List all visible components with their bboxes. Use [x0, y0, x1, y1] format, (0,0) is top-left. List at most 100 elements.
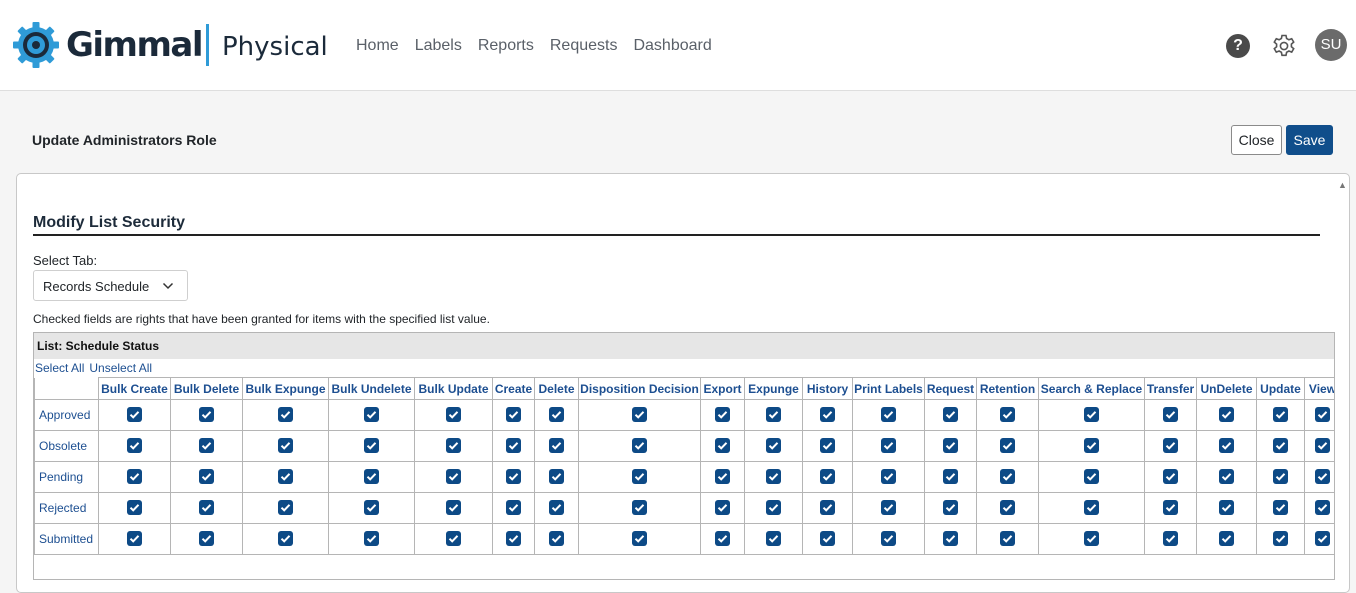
checkbox-checked-icon[interactable] — [881, 500, 896, 516]
checkbox-checked-icon[interactable] — [1000, 407, 1015, 423]
checkbox-checked-icon[interactable] — [820, 438, 835, 454]
checkbox-checked-icon[interactable] — [766, 531, 781, 547]
checkbox-checked-icon[interactable] — [715, 469, 730, 485]
checkbox-checked-icon[interactable] — [943, 438, 958, 454]
checkbox-checked-icon[interactable] — [199, 531, 214, 547]
checkbox-checked-icon[interactable] — [199, 469, 214, 485]
checkbox-checked-icon[interactable] — [1163, 407, 1178, 423]
checkbox-checked-icon[interactable] — [820, 500, 835, 516]
checkbox-checked-icon[interactable] — [506, 438, 521, 454]
checkbox-checked-icon[interactable] — [278, 469, 293, 485]
gear-icon[interactable] — [1271, 33, 1297, 59]
checkbox-checked-icon[interactable] — [446, 407, 461, 423]
checkbox-checked-icon[interactable] — [1084, 469, 1099, 485]
checkbox-checked-icon[interactable] — [881, 469, 896, 485]
checkbox-checked-icon[interactable] — [127, 531, 142, 547]
checkbox-checked-icon[interactable] — [1315, 407, 1330, 423]
checkbox-checked-icon[interactable] — [1219, 500, 1234, 516]
checkbox-checked-icon[interactable] — [820, 469, 835, 485]
checkbox-checked-icon[interactable] — [1084, 438, 1099, 454]
checkbox-checked-icon[interactable] — [127, 438, 142, 454]
checkbox-checked-icon[interactable] — [715, 438, 730, 454]
nav-reports[interactable]: Reports — [478, 37, 534, 55]
checkbox-checked-icon[interactable] — [943, 531, 958, 547]
checkbox-checked-icon[interactable] — [881, 531, 896, 547]
checkbox-checked-icon[interactable] — [446, 438, 461, 454]
checkbox-checked-icon[interactable] — [766, 469, 781, 485]
checkbox-checked-icon[interactable] — [549, 438, 564, 454]
checkbox-checked-icon[interactable] — [1163, 469, 1178, 485]
checkbox-checked-icon[interactable] — [1273, 500, 1288, 516]
checkbox-checked-icon[interactable] — [127, 469, 142, 485]
checkbox-checked-icon[interactable] — [506, 500, 521, 516]
checkbox-checked-icon[interactable] — [1000, 531, 1015, 547]
checkbox-checked-icon[interactable] — [1084, 531, 1099, 547]
unselect-all-link[interactable]: Unselect All — [89, 361, 152, 375]
checkbox-checked-icon[interactable] — [632, 438, 647, 454]
checkbox-checked-icon[interactable] — [446, 531, 461, 547]
nav-labels[interactable]: Labels — [415, 37, 462, 55]
checkbox-checked-icon[interactable] — [127, 407, 142, 423]
checkbox-checked-icon[interactable] — [632, 407, 647, 423]
checkbox-checked-icon[interactable] — [549, 469, 564, 485]
save-button[interactable]: Save — [1286, 125, 1333, 155]
help-icon[interactable]: ? — [1226, 34, 1250, 58]
checkbox-checked-icon[interactable] — [278, 531, 293, 547]
checkbox-checked-icon[interactable] — [715, 407, 730, 423]
nav-home[interactable]: Home — [356, 37, 399, 55]
checkbox-checked-icon[interactable] — [1219, 469, 1234, 485]
select-tab-dropdown[interactable]: Records Schedule — [33, 270, 188, 301]
checkbox-checked-icon[interactable] — [1163, 531, 1178, 547]
checkbox-checked-icon[interactable] — [943, 500, 958, 516]
checkbox-checked-icon[interactable] — [1000, 469, 1015, 485]
checkbox-checked-icon[interactable] — [1219, 438, 1234, 454]
gear-logo-icon[interactable] — [11, 20, 61, 70]
checkbox-checked-icon[interactable] — [127, 500, 142, 516]
checkbox-checked-icon[interactable] — [199, 500, 214, 516]
checkbox-checked-icon[interactable] — [943, 469, 958, 485]
checkbox-checked-icon[interactable] — [364, 500, 379, 516]
checkbox-checked-icon[interactable] — [943, 407, 958, 423]
nav-dashboard[interactable]: Dashboard — [633, 37, 711, 55]
checkbox-checked-icon[interactable] — [766, 438, 781, 454]
checkbox-checked-icon[interactable] — [549, 407, 564, 423]
checkbox-checked-icon[interactable] — [1315, 500, 1330, 516]
checkbox-checked-icon[interactable] — [1273, 469, 1288, 485]
checkbox-checked-icon[interactable] — [1000, 438, 1015, 454]
checkbox-checked-icon[interactable] — [1163, 500, 1178, 516]
checkbox-checked-icon[interactable] — [1315, 469, 1330, 485]
checkbox-checked-icon[interactable] — [446, 469, 461, 485]
checkbox-checked-icon[interactable] — [1219, 407, 1234, 423]
checkbox-checked-icon[interactable] — [881, 407, 896, 423]
select-all-link[interactable]: Select All — [35, 361, 84, 375]
checkbox-checked-icon[interactable] — [506, 407, 521, 423]
checkbox-checked-icon[interactable] — [1273, 438, 1288, 454]
scroll-up-icon[interactable]: ▲ — [1338, 180, 1347, 190]
checkbox-checked-icon[interactable] — [1273, 531, 1288, 547]
checkbox-checked-icon[interactable] — [199, 407, 214, 423]
checkbox-checked-icon[interactable] — [199, 438, 214, 454]
checkbox-checked-icon[interactable] — [1273, 407, 1288, 423]
checkbox-checked-icon[interactable] — [820, 407, 835, 423]
checkbox-checked-icon[interactable] — [549, 500, 564, 516]
checkbox-checked-icon[interactable] — [715, 500, 730, 516]
checkbox-checked-icon[interactable] — [364, 438, 379, 454]
nav-requests[interactable]: Requests — [550, 37, 618, 55]
checkbox-checked-icon[interactable] — [364, 469, 379, 485]
checkbox-checked-icon[interactable] — [364, 407, 379, 423]
checkbox-checked-icon[interactable] — [1084, 407, 1099, 423]
checkbox-checked-icon[interactable] — [278, 438, 293, 454]
checkbox-checked-icon[interactable] — [506, 531, 521, 547]
brand-name[interactable]: Gimmal — [66, 25, 204, 65]
checkbox-checked-icon[interactable] — [1315, 438, 1330, 454]
checkbox-checked-icon[interactable] — [446, 500, 461, 516]
checkbox-checked-icon[interactable] — [278, 500, 293, 516]
checkbox-checked-icon[interactable] — [820, 531, 835, 547]
checkbox-checked-icon[interactable] — [1163, 438, 1178, 454]
user-avatar[interactable]: SU — [1315, 29, 1347, 61]
checkbox-checked-icon[interactable] — [632, 531, 647, 547]
checkbox-checked-icon[interactable] — [549, 531, 564, 547]
checkbox-checked-icon[interactable] — [1084, 500, 1099, 516]
close-button[interactable]: Close — [1231, 125, 1282, 155]
checkbox-checked-icon[interactable] — [278, 407, 293, 423]
